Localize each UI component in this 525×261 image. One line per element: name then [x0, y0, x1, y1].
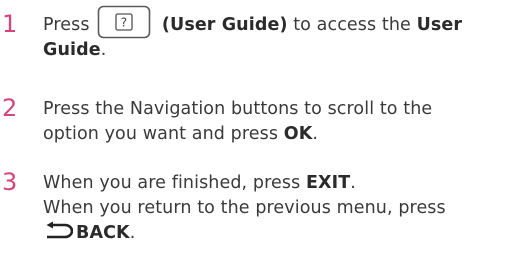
back-arrow-icon — [43, 221, 74, 241]
step-2-line-2: option you want and press — [43, 124, 279, 144]
step-2-line-1: Press the Navigation buttons to scroll t… — [43, 99, 433, 119]
press-text: Press — [43, 15, 90, 35]
step-text: When you are finished, press EXIT. When … — [43, 171, 446, 246]
step-text: Press ? (User Guide) to access the User … — [43, 5, 463, 63]
step-3-line-1: When you are finished, press — [43, 173, 301, 193]
ok-label: OK — [283, 124, 313, 144]
step-number: 1 — [2, 10, 18, 38]
step-number: 2 — [2, 94, 18, 122]
step-3-line-2: When you return to the previous menu, pr… — [43, 198, 446, 218]
period: . — [350, 173, 356, 193]
exit-label: EXIT — [305, 173, 351, 193]
question-key-icon: ? — [97, 5, 151, 39]
user-guide-key-label: (User Guide) — [161, 15, 288, 35]
back-label: BACK — [76, 223, 130, 243]
step-text: Press the Navigation buttons to scroll t… — [43, 97, 432, 147]
guide-word: Guide — [43, 40, 101, 60]
instruction-steps: 1 Press ? (User Guide) to access the Use… — [0, 0, 525, 261]
access-text: to access the — [293, 15, 411, 35]
period: . — [312, 124, 319, 144]
period: . — [100, 40, 107, 60]
user-word: User — [416, 15, 463, 35]
period: . — [129, 223, 136, 243]
step-number: 3 — [2, 168, 18, 196]
svg-text:?: ? — [121, 16, 127, 30]
